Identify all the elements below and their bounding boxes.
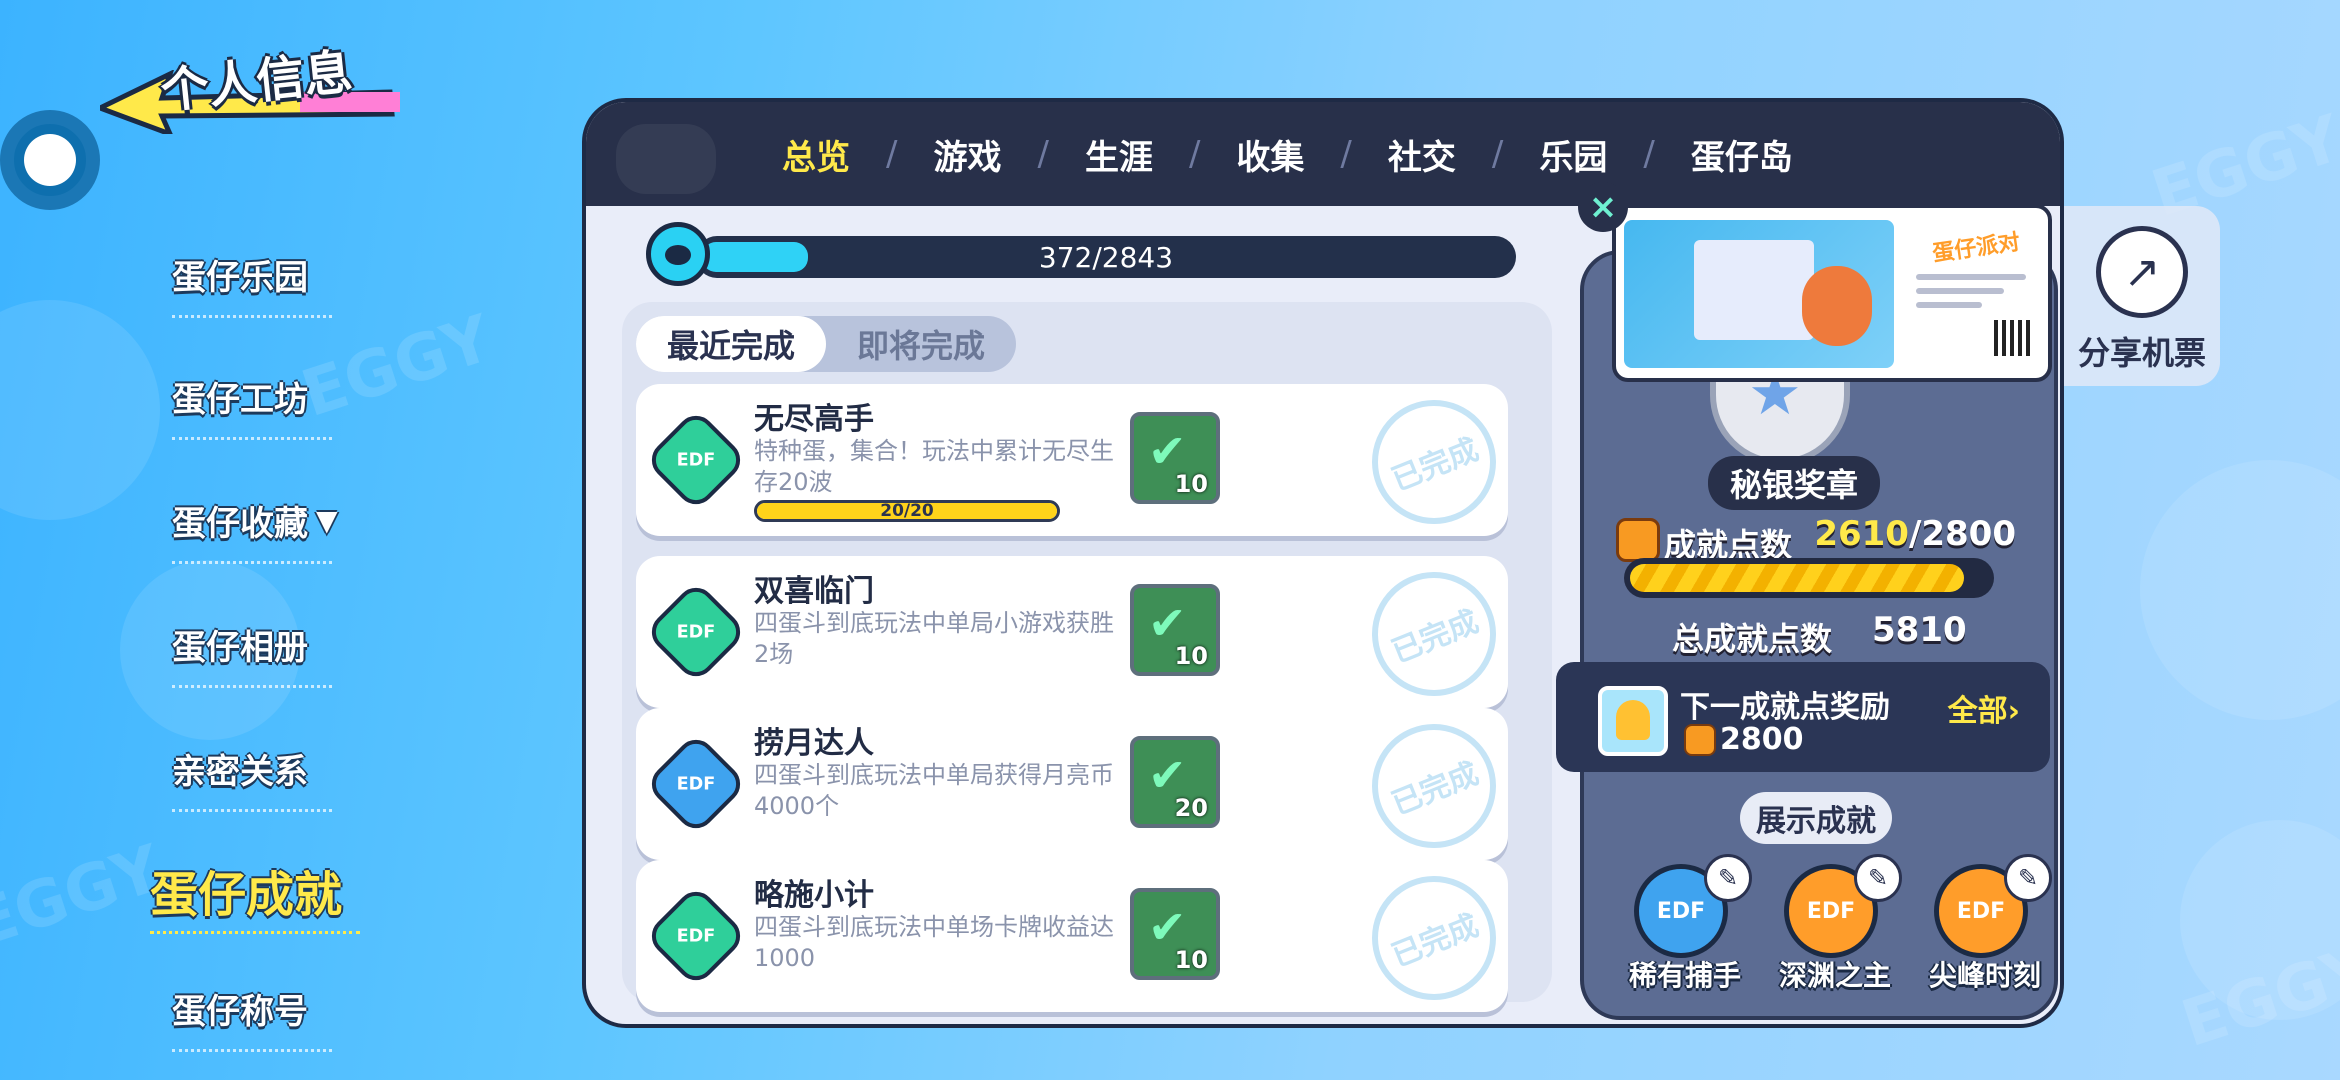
tab-overview[interactable]: 总览: [746, 130, 886, 179]
achievement-badge-icon: EDF: [643, 407, 749, 513]
reward-item[interactable]: ✔ 10: [1130, 412, 1220, 504]
points-progress-fill: [1630, 564, 1964, 592]
achievement-desc: 四蛋斗到底玩法中单场卡牌收益达1000: [754, 913, 1114, 972]
progress-bar: 372/2843: [696, 236, 1516, 278]
achievement-badge-icon: EDF: [643, 579, 749, 685]
achievement-title: 捞月达人: [754, 726, 874, 761]
next-reward-value: 2800: [1720, 722, 1804, 757]
points-icon: [1616, 518, 1660, 562]
tab-collection[interactable]: 收集: [1200, 130, 1340, 179]
reward-item[interactable]: ✔ 10: [1130, 584, 1220, 676]
tab-separator: /: [1491, 134, 1504, 174]
display-slot[interactable]: EDF ✎ 尖峰时刻: [1910, 854, 2060, 1004]
achievement-list: 最近完成 即将完成 EDF 无尽高手 特种蛋，集合！玩法中累计无尽生存20波 2…: [622, 302, 1552, 1019]
achievement-badge-icon: EDF: [643, 883, 749, 989]
sub-tab-switch: 最近完成 即将完成: [636, 316, 1016, 372]
close-icon[interactable]: ×: [1578, 182, 1628, 232]
edit-icon[interactable]: ✎: [2004, 854, 2052, 902]
achievement-badge-icon: EDF: [643, 731, 749, 837]
reward-count: 10: [1174, 470, 1208, 498]
tab-career[interactable]: 生涯: [1049, 130, 1189, 179]
next-reward[interactable]: 下一成就点奖励 2800 全部›: [1556, 662, 2050, 772]
tab-separator: /: [1643, 134, 1655, 174]
sub-tab-upcoming[interactable]: 即将完成: [826, 316, 1016, 372]
points-icon: [1684, 724, 1716, 756]
completed-stamp: 已完成: [1353, 857, 1515, 1019]
tab-separator: /: [1188, 134, 1201, 174]
progress-text: 372/2843: [1038, 241, 1174, 274]
tab-separator: /: [886, 134, 898, 174]
completed-stamp: 已完成: [1353, 381, 1515, 543]
achievement-card[interactable]: EDF 略施小计 四蛋斗到底玩法中单场卡牌收益达1000 ✔ 10 已完成: [636, 857, 1515, 1019]
menu-item-intimacy[interactable]: 亲密关系: [172, 738, 372, 812]
tab-separator: /: [1340, 134, 1352, 174]
tab-social[interactable]: 社交: [1352, 130, 1492, 179]
display-achievements-title: 展示成就: [1740, 792, 1892, 844]
reward-item[interactable]: ✔ 10: [1130, 888, 1220, 980]
completed-stamp: 已完成: [1353, 705, 1515, 867]
achievement-desc: 四蛋斗到底玩法中单局小游戏获胜2场: [754, 609, 1114, 668]
bell-reward-icon: [1598, 686, 1668, 756]
ticket-info: 蛋仔派对: [1906, 216, 2046, 376]
achievement-title: 双喜临门: [754, 574, 874, 609]
achievement-card[interactable]: EDF 捞月达人 四蛋斗到底玩法中单局获得月亮币4000个 ✔ 20 已完成: [636, 705, 1515, 867]
menu-item-eggy-title[interactable]: 蛋仔称号: [172, 978, 372, 1052]
all-rewards-button[interactable]: 全部›: [1948, 686, 2020, 730]
achievement-title: 略施小计: [754, 878, 874, 913]
display-slot[interactable]: EDF ✎ 稀有捕手: [1610, 854, 1760, 1004]
menu-item-eggy-collection[interactable]: 蛋仔收藏 ▼: [172, 490, 372, 564]
achievement-card[interactable]: EDF 双喜临门 四蛋斗到底玩法中单局小游戏获胜2场 ✔ 10 已完成: [636, 553, 1515, 715]
medal-name: 秘银奖章: [1708, 456, 1880, 510]
tab-park[interactable]: 乐园: [1503, 130, 1643, 179]
completed-stamp: 已完成: [1353, 553, 1515, 715]
share-label: 分享机票: [2077, 334, 2206, 372]
share-ticket-button[interactable]: ↗ 分享机票: [2064, 206, 2220, 386]
total-points-value: 5810: [1872, 610, 1967, 650]
tab-eggy-island[interactable]: 蛋仔岛: [1655, 130, 1829, 179]
tab-game[interactable]: 游戏: [897, 130, 1037, 179]
next-reward-label: 下一成就点奖励: [1680, 690, 1890, 725]
menu-item-eggy-album[interactable]: 蛋仔相册: [172, 614, 372, 688]
display-name: 稀有捕手: [1628, 959, 1741, 992]
total-points: 总成就点数 5810: [1672, 610, 2012, 660]
share-ticket-preview[interactable]: 蛋仔派对: [1612, 204, 2052, 382]
edit-icon[interactable]: ✎: [1854, 854, 1902, 902]
share-icon: ↗: [2096, 226, 2188, 318]
points-value: 2610/2800: [1814, 514, 2016, 554]
tab-separator: /: [1037, 134, 1049, 174]
avatar[interactable]: [0, 110, 100, 210]
menu-item-achievements[interactable]: 蛋仔成就: [150, 860, 370, 934]
menu-item-eggy-workshop[interactable]: 蛋仔工坊: [172, 366, 372, 440]
reward-count: 10: [1174, 946, 1208, 974]
points-progress-bar: [1624, 558, 1994, 598]
menu-item-eggy-park[interactable]: 蛋仔乐园: [172, 244, 372, 318]
ticket-screenshot: [1624, 220, 1894, 368]
ticket-brand: 蛋仔派对: [1931, 229, 2022, 267]
achievement-title: 无尽高手: [754, 402, 874, 437]
qr-code-icon: [1994, 320, 2030, 356]
total-points-label: 总成就点数: [1672, 620, 1833, 658]
chevron-down-icon: ▼: [316, 503, 338, 537]
page-header: 个人信息: [90, 30, 430, 150]
robot-icon: [646, 222, 710, 286]
achievement-desc: 特种蛋，集合！玩法中累计无尽生存20波: [754, 437, 1114, 496]
edit-icon[interactable]: ✎: [1704, 854, 1752, 902]
reward-count: 20: [1174, 794, 1208, 822]
display-slot[interactable]: EDF ✎ 深渊之主: [1760, 854, 1910, 1004]
achievement-progress-text: 20/20: [880, 501, 934, 521]
tab-bar: 总览 / 游戏 / 生涯 / 收集 / 社交 / 乐园 / 蛋仔岛: [586, 102, 2060, 206]
display-name: 深渊之主: [1778, 959, 1891, 992]
deco-face-icon: [616, 124, 716, 194]
achievement-desc: 四蛋斗到底玩法中单局获得月亮币4000个: [754, 761, 1114, 820]
achievement-card[interactable]: EDF 无尽高手 特种蛋，集合！玩法中累计无尽生存20波 20/20 ✔ 10 …: [636, 381, 1515, 543]
achievement-progress-bar: 20/20: [754, 500, 1060, 522]
display-name: 尖峰时刻: [1928, 959, 2041, 992]
overall-progress: 372/2843: [646, 222, 1536, 292]
sub-tab-recent[interactable]: 最近完成: [636, 316, 826, 372]
reward-item[interactable]: ✔ 20: [1130, 736, 1220, 828]
reward-count: 10: [1174, 642, 1208, 670]
